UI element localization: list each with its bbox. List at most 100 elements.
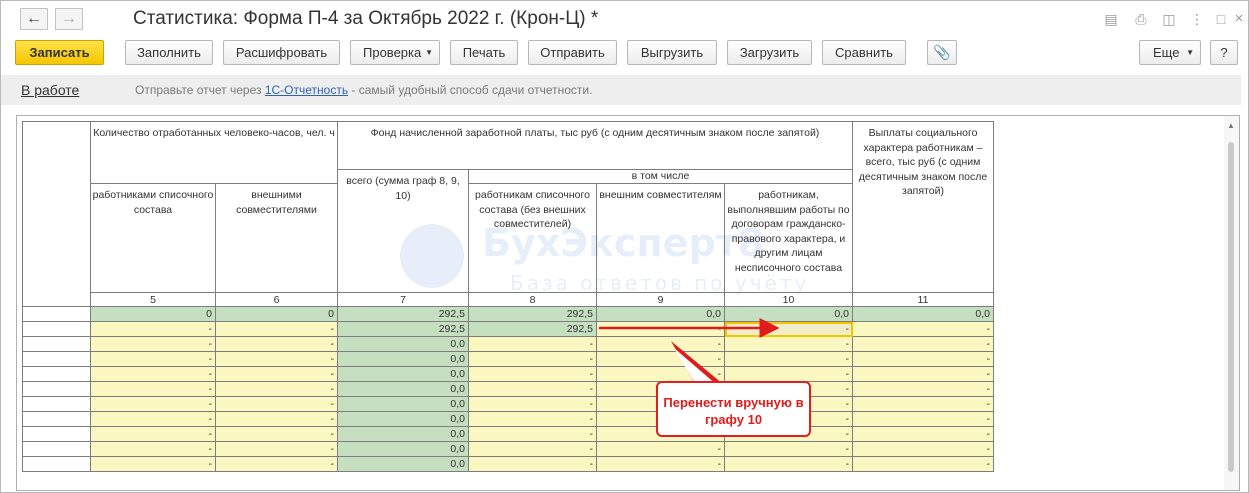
check-dropdown-button[interactable]: Проверка ▼	[350, 40, 440, 65]
export-button[interactable]: Выгрузить	[627, 40, 717, 65]
table-cell-col8[interactable]: -	[468, 411, 597, 427]
save-disk-icon[interactable]: ▤	[1102, 10, 1120, 28]
more-button[interactable]: Еще ▼	[1139, 40, 1201, 65]
table-cell-col10[interactable]: -	[724, 336, 853, 352]
table-cell-col11[interactable]: -	[852, 396, 994, 412]
table-cell-col7[interactable]: 0,0	[337, 441, 469, 457]
table-cell-col6[interactable]: -	[215, 366, 338, 382]
scroll-thumb[interactable]	[1228, 142, 1234, 472]
table-cell-col7[interactable]: 0,0	[337, 336, 469, 352]
table-cell-col8[interactable]: -	[468, 456, 597, 472]
status-link[interactable]: В работе	[21, 82, 79, 98]
help-button[interactable]: ?	[1210, 40, 1238, 65]
send-button[interactable]: Отправить	[528, 40, 617, 65]
table-cell-col6[interactable]: -	[215, 456, 338, 472]
fill-button[interactable]: Заполнить	[125, 40, 213, 65]
table-cell-col6[interactable]: -	[215, 381, 338, 397]
table-cell-col7[interactable]: 0,0	[337, 381, 469, 397]
decode-button[interactable]: Расшифровать	[223, 40, 340, 65]
import-button[interactable]: Загрузить	[727, 40, 812, 65]
table-cell-col9[interactable]: -	[596, 321, 725, 337]
table-cell-col8[interactable]: -	[468, 336, 597, 352]
table-cell-col11[interactable]: -	[852, 366, 994, 382]
table-row: --0,0----	[22, 396, 994, 412]
table-cell-col9[interactable]: -	[596, 351, 725, 367]
row-label-cell	[22, 411, 91, 427]
table-cell-col5[interactable]: -	[90, 396, 216, 412]
table-cell-col11[interactable]: -	[852, 351, 994, 367]
table-cell-col9[interactable]: -	[596, 441, 725, 457]
table-cell-col5[interactable]: -	[90, 456, 216, 472]
save-button[interactable]: Записать	[15, 40, 104, 65]
paperclip-icon: 📎	[933, 44, 951, 60]
table-cell-col11[interactable]: -	[852, 411, 994, 427]
table-cell-col6[interactable]: -	[215, 441, 338, 457]
maximize-icon[interactable]: □	[1212, 10, 1230, 28]
table-cell-col8[interactable]: -	[468, 426, 597, 442]
table-cell-col10[interactable]: -	[724, 321, 853, 337]
table-cell-col6[interactable]: 0	[215, 306, 338, 322]
table-cell-col10[interactable]: -	[724, 351, 853, 367]
reporting-link[interactable]: 1С-Отчетность	[265, 83, 348, 97]
compare-button[interactable]: Сравнить	[822, 40, 906, 65]
print-icon[interactable]: ⎙	[1132, 10, 1150, 28]
table-cell-col5[interactable]: -	[90, 426, 216, 442]
scroll-up-icon[interactable]: ▲	[1227, 121, 1235, 130]
table-cell-col11[interactable]: -	[852, 321, 994, 337]
report-sheet[interactable]: БухЭксперт8 База ответов по учёту Количе…	[16, 115, 1240, 491]
table-cell-col6[interactable]: -	[215, 351, 338, 367]
table-cell-col6[interactable]: -	[215, 336, 338, 352]
print-button[interactable]: Печать	[450, 40, 518, 65]
table-cell-col8[interactable]: -	[468, 441, 597, 457]
table-cell-col7[interactable]: 0,0	[337, 411, 469, 427]
table-cell-col6[interactable]: -	[215, 396, 338, 412]
preview-icon[interactable]: ◫	[1160, 10, 1178, 28]
back-button[interactable]: ←	[20, 8, 48, 30]
table-cell-col5[interactable]: -	[90, 321, 216, 337]
table-cell-col7[interactable]: 292,5	[337, 306, 469, 322]
table-cell-col9[interactable]: -	[596, 336, 725, 352]
table-cell-col7[interactable]: 0,0	[337, 366, 469, 382]
table-cell-col7[interactable]: 292,5	[337, 321, 469, 337]
table-cell-col8[interactable]: -	[468, 396, 597, 412]
close-icon[interactable]: ×	[1230, 10, 1248, 28]
table-cell-col5[interactable]: -	[90, 336, 216, 352]
table-cell-col8[interactable]: 292,5	[468, 306, 597, 322]
table-cell-col11[interactable]: 0,0	[852, 306, 994, 322]
table-cell-col6[interactable]: -	[215, 321, 338, 337]
table-cell-col8[interactable]: -	[468, 381, 597, 397]
table-cell-col6[interactable]: -	[215, 411, 338, 427]
table-cell-col11[interactable]: -	[852, 426, 994, 442]
table-cell-col8[interactable]: -	[468, 351, 597, 367]
table-cell-col7[interactable]: 0,0	[337, 396, 469, 412]
vertical-scrollbar[interactable]: ▲	[1224, 116, 1239, 490]
more-menu-icon[interactable]: ⋮	[1188, 10, 1206, 28]
table-cell-col5[interactable]: -	[90, 351, 216, 367]
table-cell-col7[interactable]: 0,0	[337, 456, 469, 472]
table-cell-col8[interactable]: 292,5	[468, 321, 597, 337]
table-cell-col5[interactable]: -	[90, 411, 216, 427]
table-cell-col9[interactable]: 0,0	[596, 306, 725, 322]
column-number: 11	[852, 292, 994, 307]
table-cell-col9[interactable]: -	[596, 456, 725, 472]
attach-button[interactable]: 📎	[927, 40, 957, 65]
table-cell-col11[interactable]: -	[852, 441, 994, 457]
forward-button[interactable]: →	[55, 8, 83, 30]
table-cell-col10[interactable]: -	[724, 366, 853, 382]
table-cell-col11[interactable]: -	[852, 336, 994, 352]
table-cell-col6[interactable]: -	[215, 426, 338, 442]
table-cell-col5[interactable]: 0	[90, 306, 216, 322]
table-cell-col7[interactable]: 0,0	[337, 351, 469, 367]
table-cell-col9[interactable]: -	[596, 366, 725, 382]
table-cell-col10[interactable]: -	[724, 441, 853, 457]
table-cell-col5[interactable]: -	[90, 441, 216, 457]
table-row: --0,0----	[22, 426, 994, 442]
table-cell-col8[interactable]: -	[468, 366, 597, 382]
table-cell-col7[interactable]: 0,0	[337, 426, 469, 442]
table-cell-col10[interactable]: -	[724, 456, 853, 472]
table-cell-col11[interactable]: -	[852, 381, 994, 397]
table-cell-col11[interactable]: -	[852, 456, 994, 472]
table-cell-col5[interactable]: -	[90, 381, 216, 397]
table-cell-col10[interactable]: 0,0	[724, 306, 853, 322]
table-cell-col5[interactable]: -	[90, 366, 216, 382]
